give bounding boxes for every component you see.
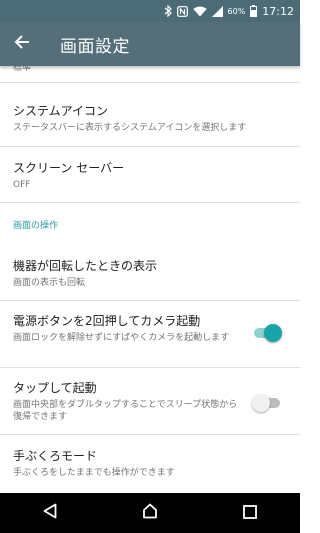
setting-screensaver[interactable]: スクリーン セーバー OFF	[0, 160, 300, 191]
status-time: 17:12	[262, 4, 294, 18]
setting-subtitle: 画面の表示も回転	[13, 278, 86, 288]
signal-icon	[211, 4, 223, 18]
toggle-thumb	[264, 324, 282, 342]
nav-recents-button[interactable]	[220, 493, 280, 533]
battery-percent: 60%	[227, 6, 246, 16]
nav-home-icon	[142, 503, 158, 523]
page-title: 画面設定	[60, 36, 130, 57]
setting-subtitle: 画面ロックを解除せずにすばやくカメラを起動します	[13, 333, 230, 343]
nfc-icon	[176, 4, 188, 18]
toggle-thumb	[252, 394, 270, 412]
nav-home-button[interactable]	[120, 493, 180, 533]
section-header-operations: 画面の操作	[13, 221, 59, 231]
settings-list[interactable]: 標準 システムアイコン ステータスバーに表示するシステムアイコンを選択します ス…	[0, 66, 300, 493]
back-button[interactable]	[0, 22, 44, 66]
bluetooth-icon	[164, 4, 172, 18]
setting-title: スクリーン セーバー	[13, 161, 125, 175]
setting-subtitle: 画面中央部をダブルタップすることでスリープ状態から復帰できます	[13, 400, 238, 422]
setting-subtitle: ステータスバーに表示するシステムアイコンを選択します	[13, 123, 247, 133]
partial-item-subtitle: 標準	[13, 66, 32, 73]
setting-rotation[interactable]: 機器が回転したときの表示 画面の表示も回転	[0, 258, 300, 289]
power-camera-toggle[interactable]	[252, 323, 282, 343]
divider	[0, 146, 300, 147]
arrow-back-icon	[14, 34, 30, 54]
tap-wake-toggle[interactable]	[252, 393, 282, 413]
wifi-icon	[192, 4, 207, 18]
setting-subtitle: OFF	[13, 180, 31, 190]
divider	[0, 434, 300, 435]
status-bar: 60% 17:12	[0, 0, 300, 22]
setting-title: タップして起動	[13, 381, 97, 395]
battery-icon	[250, 4, 258, 18]
divider	[0, 367, 300, 368]
setting-subtitle: 手ぶくろをしたままでも操作ができます	[13, 468, 175, 478]
setting-title: 機器が回転したときの表示	[13, 259, 158, 273]
setting-system-icons[interactable]: システムアイコン ステータスバーに表示するシステムアイコンを選択します	[0, 103, 300, 134]
nav-back-button[interactable]	[20, 493, 80, 533]
setting-title: システムアイコン	[13, 104, 109, 118]
app-bar: 画面設定	[0, 22, 300, 66]
divider	[0, 300, 300, 301]
navigation-bar	[0, 493, 300, 533]
divider	[0, 82, 300, 83]
divider	[0, 202, 300, 203]
setting-glove-mode[interactable]: 手ぶくろモード 手ぶくろをしたままでも操作ができます	[0, 448, 300, 479]
nav-recents-icon	[243, 504, 257, 523]
setting-title: 手ぶくろモード	[13, 449, 98, 463]
setting-title: 電源ボタンを2回押してカメラ起動	[13, 314, 201, 328]
nav-back-icon	[43, 503, 57, 523]
